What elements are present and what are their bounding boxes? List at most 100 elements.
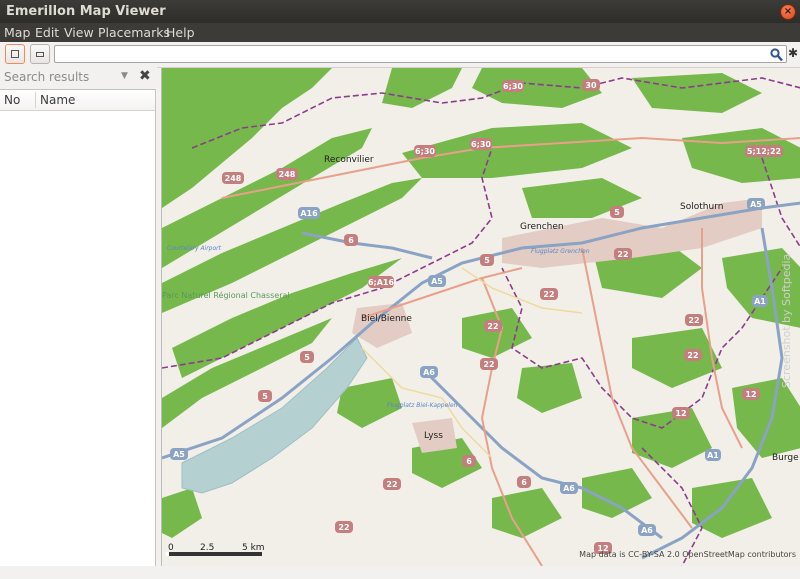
svg-text:6: 6 <box>466 457 472 466</box>
menu-help[interactable]: Help <box>166 25 195 40</box>
svg-text:A16: A16 <box>300 209 318 218</box>
scale-end: 5 km <box>242 543 265 553</box>
road-shield: 22 <box>480 358 498 370</box>
panel-icon <box>11 50 19 58</box>
dropdown-arrow-icon[interactable]: ▼ <box>121 71 128 81</box>
bug-icon[interactable]: ✱ <box>788 46 798 60</box>
place-label: Reconvilier <box>324 155 374 165</box>
scale-half: 2.5 <box>200 543 214 553</box>
place-label: Biel/Bienne <box>361 314 412 324</box>
svg-text:6;A16: 6;A16 <box>368 278 395 287</box>
road-shield: A6 <box>420 366 438 378</box>
place-label: Burge <box>772 453 799 463</box>
sidebar: Search results ▼ ✖ No Name <box>0 67 157 568</box>
svg-text:A5: A5 <box>173 450 185 459</box>
road-shield: 6;A16 <box>368 276 395 288</box>
road-shield: 12 <box>672 407 690 419</box>
bar-icon <box>36 52 44 57</box>
road-shield: 6 <box>517 476 531 488</box>
map-view[interactable]: 6;30 30 6;30 6;30 5;12;22 248 248 A16 6 … <box>161 68 800 566</box>
watermark: Screenshot by Softpedia <box>780 254 793 388</box>
svg-text:22: 22 <box>688 316 699 325</box>
svg-text:6;30: 6;30 <box>415 147 435 156</box>
svg-text:A1: A1 <box>754 297 766 306</box>
road-shield: 22 <box>335 521 353 533</box>
svg-text:6;30: 6;30 <box>503 82 523 91</box>
road-shield: 22 <box>484 320 502 332</box>
menu-placemarks[interactable]: Placemarks <box>98 25 170 40</box>
placemark-toggle-button[interactable] <box>30 44 50 64</box>
svg-text:22: 22 <box>483 360 494 369</box>
menu-edit[interactable]: Edit <box>35 25 59 40</box>
road-shield: A6 <box>638 524 656 536</box>
svg-text:22: 22 <box>543 290 554 299</box>
scale-zero: 0 <box>168 543 174 553</box>
road-shield: A6 <box>560 482 578 494</box>
svg-text:A6: A6 <box>563 484 575 493</box>
svg-text:6: 6 <box>521 478 527 487</box>
svg-text:22: 22 <box>386 480 397 489</box>
svg-text:A5: A5 <box>431 277 443 286</box>
sidebar-toggle-button[interactable] <box>5 44 25 64</box>
menu-bar: Map Edit View Placemarks Help <box>0 23 800 42</box>
menu-view[interactable]: View <box>64 25 94 40</box>
svg-text:30: 30 <box>585 81 597 90</box>
place-label: Grenchen <box>520 222 564 232</box>
road-shield: 22 <box>684 349 702 361</box>
svg-text:22: 22 <box>687 351 698 360</box>
map-attribution: Map data is CC-BY-SA 2.0 OpenStreetMap c… <box>579 550 796 559</box>
title-bar: Emerillon Map Viewer × <box>0 0 800 23</box>
svg-text:12: 12 <box>675 409 686 418</box>
svg-text:5: 5 <box>614 208 620 217</box>
svg-text:6: 6 <box>348 236 354 245</box>
airport-label: Flugplatz Grenchen <box>531 248 590 255</box>
svg-text:A6: A6 <box>641 526 653 535</box>
road-shield: 22 <box>614 248 632 260</box>
park-label: Parc Naturel Régional Chasseral <box>162 290 290 300</box>
road-shield: 5 <box>480 254 494 266</box>
road-shield: 6;30 <box>470 138 492 150</box>
road-shield: 30 <box>582 79 600 91</box>
close-window-button[interactable]: × <box>780 4 796 20</box>
road-shield: 22 <box>383 478 401 490</box>
road-shield: 22 <box>685 314 703 326</box>
road-shield: 5 <box>258 390 272 402</box>
road-shield: 5 <box>300 351 314 363</box>
window-title: Emerillon Map Viewer <box>6 4 166 19</box>
svg-text:6;30: 6;30 <box>471 140 491 149</box>
search-input[interactable] <box>54 45 787 63</box>
road-shield: A1 <box>705 449 721 461</box>
road-shield: 6;30 <box>414 145 436 157</box>
svg-text:5: 5 <box>262 392 268 401</box>
svg-text:A5: A5 <box>750 200 762 209</box>
svg-text:5: 5 <box>484 256 490 265</box>
road-shield: 22 <box>540 288 558 300</box>
road-shield: A1 <box>752 295 768 307</box>
road-shield: 6 <box>344 234 358 246</box>
menu-map[interactable]: Map <box>4 25 30 40</box>
road-shield: 6 <box>462 455 476 467</box>
svg-text:A6: A6 <box>423 368 435 377</box>
road-shield: 248 <box>222 172 244 184</box>
road-shield: 6;30 <box>502 80 524 92</box>
search-icon[interactable] <box>770 48 783 62</box>
search-results-label[interactable]: Search results <box>4 70 89 84</box>
road-shield: 5 <box>610 206 624 218</box>
results-table[interactable]: No Name <box>0 89 156 568</box>
airport-label: Flugplatz Biel-Kappelen <box>387 402 458 409</box>
results-table-header: No Name <box>0 90 155 111</box>
road-shield: A16 <box>298 207 320 219</box>
svg-text:248: 248 <box>225 174 242 183</box>
road-shield: A5 <box>747 198 765 210</box>
place-label: Lyss <box>424 431 443 441</box>
map-canvas[interactable]: 6;30 30 6;30 6;30 5;12;22 248 248 A16 6 … <box>162 68 800 566</box>
column-separator <box>35 92 36 108</box>
place-label: Solothurn <box>680 202 723 212</box>
column-no[interactable]: No <box>4 93 20 107</box>
status-bar <box>0 566 800 579</box>
svg-text:5: 5 <box>304 353 310 362</box>
column-name[interactable]: Name <box>40 93 75 107</box>
close-sidebar-icon[interactable]: ✖ <box>139 68 151 84</box>
road-shield: 12 <box>742 388 760 400</box>
road-shield: A5 <box>428 275 446 287</box>
